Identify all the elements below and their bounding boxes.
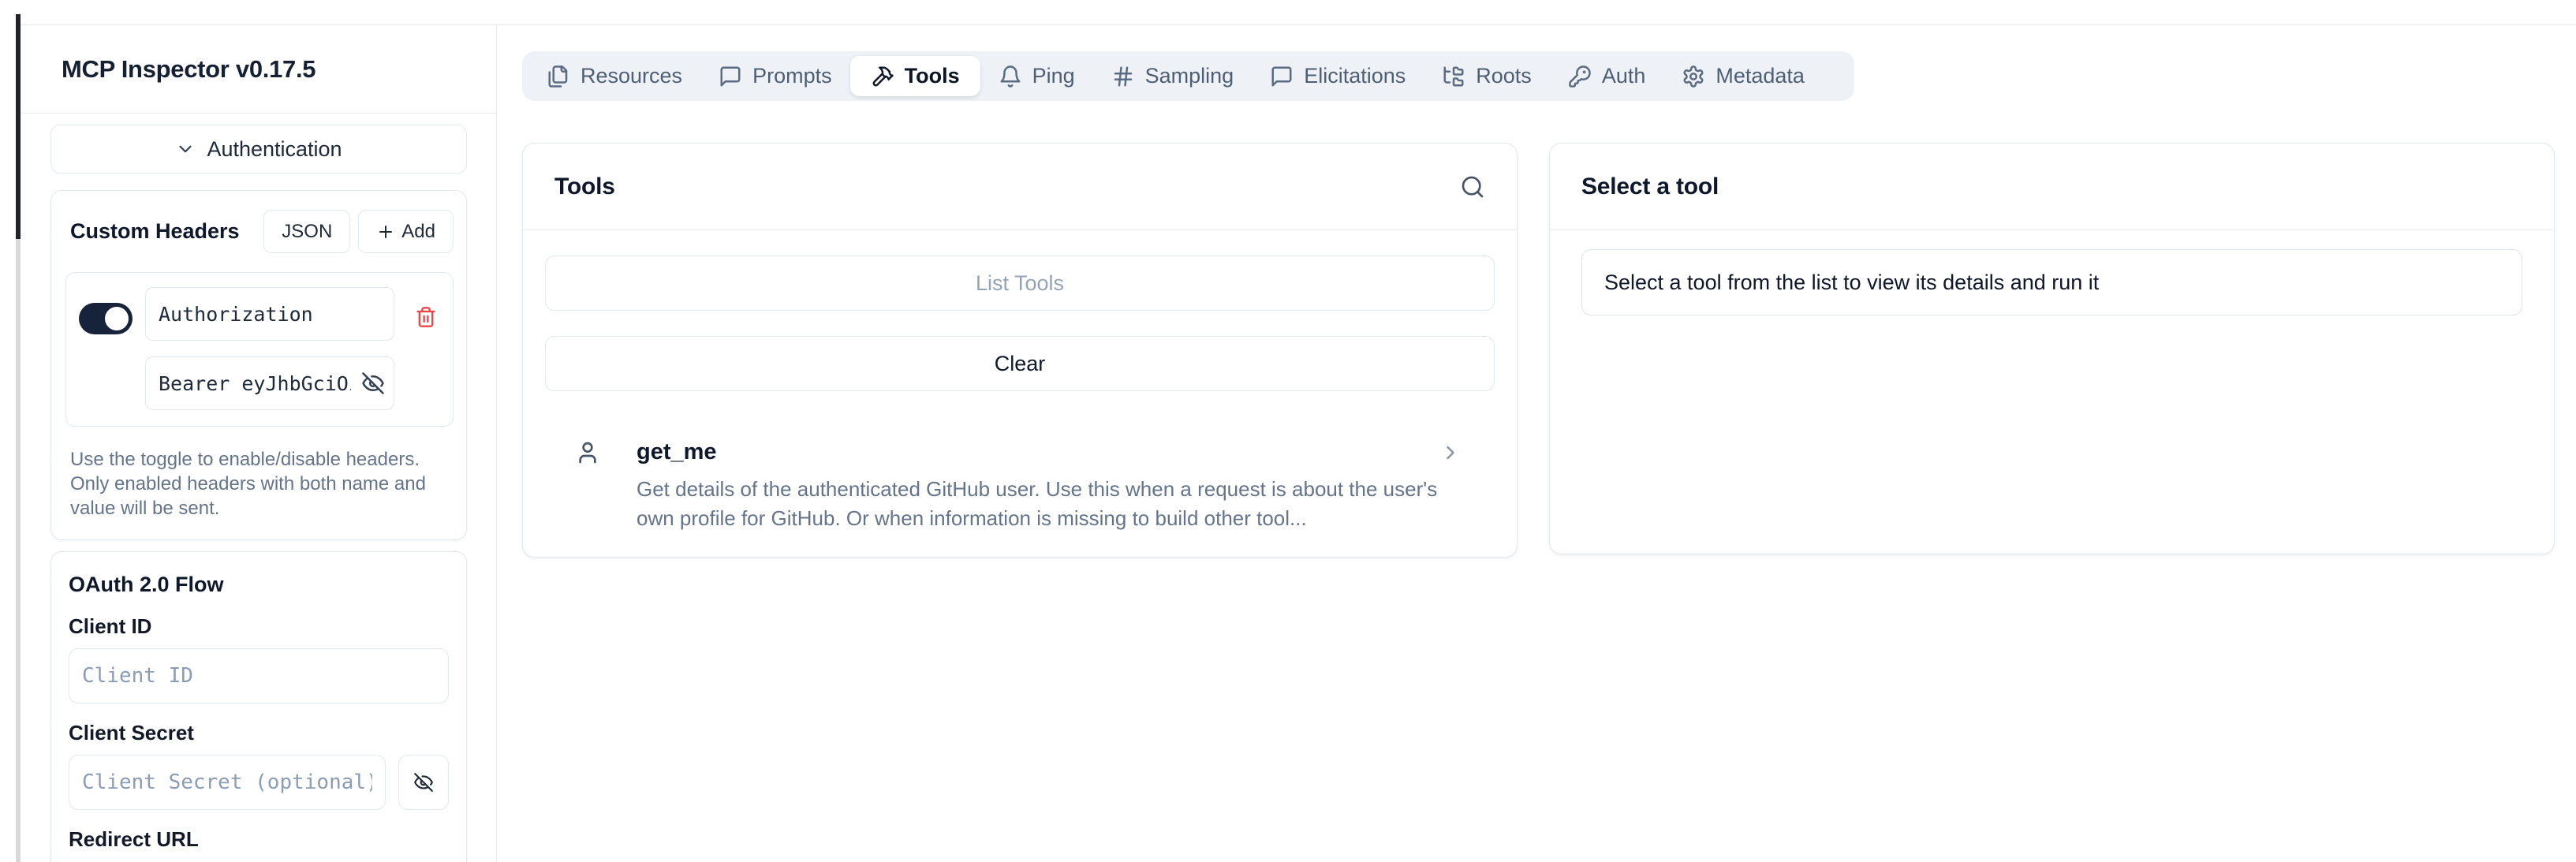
app-root: MCP Inspector v0.17.5 Authentication Cus… — [21, 24, 2576, 862]
client-id-input[interactable] — [69, 648, 449, 703]
tools-panel-header: Tools — [523, 144, 1517, 230]
detail-panel-body: Select a tool from the list to view its … — [1550, 230, 2554, 315]
tab-metadata[interactable]: Metadata — [1663, 51, 1823, 101]
eye-off-icon[interactable] — [361, 371, 385, 395]
tools-panel-body: List Tools Clear get_me Get details of t… — [523, 230, 1517, 533]
message-square-icon — [719, 65, 742, 88]
tools-panel: Tools List Tools Clear get_me Get — [522, 143, 1518, 558]
header-value-input[interactable] — [145, 356, 394, 410]
key-icon — [1568, 65, 1592, 88]
tab-auth[interactable]: Auth — [1550, 51, 1664, 101]
sidebar-header: MCP Inspector v0.17.5 — [21, 25, 496, 114]
custom-headers-card: Custom Headers JSON Add — [50, 190, 467, 540]
chevron-down-icon — [175, 139, 196, 159]
tab-tools[interactable]: Tools — [850, 56, 980, 96]
sidebar-body: Authentication Custom Headers JSON Add — [21, 114, 496, 862]
custom-headers-head: Custom Headers JSON Add — [65, 210, 454, 253]
settings-gear-icon — [1682, 65, 1705, 88]
search-icon[interactable] — [1460, 174, 1485, 200]
tab-label: Elicitations — [1304, 64, 1406, 88]
toggle-knob — [105, 307, 129, 330]
custom-headers-actions: JSON Add — [263, 210, 454, 253]
header-name-input[interactable] — [145, 287, 394, 341]
detail-panel-title: Select a tool — [1581, 174, 1719, 200]
hammer-icon — [871, 65, 894, 88]
redirect-url-label: Redirect URL — [69, 827, 449, 852]
bell-icon — [999, 65, 1022, 88]
plus-icon — [376, 222, 395, 241]
main-area: Resources Prompts Tools Ping Sampling El… — [497, 25, 2576, 862]
oauth-flow-card: OAuth 2.0 Flow Client ID Client Secret R… — [50, 551, 467, 862]
tool-text: get_me Get details of the authenticated … — [637, 438, 1447, 533]
chevron-right-icon — [1439, 442, 1462, 464]
header-row — [65, 272, 454, 427]
list-tools-button[interactable]: List Tools — [545, 256, 1495, 311]
header-enabled-toggle[interactable] — [79, 303, 133, 334]
detail-panel-header: Select a tool — [1550, 144, 2554, 230]
files-icon — [547, 65, 570, 88]
toggle-secret-visibility-button[interactable] — [398, 755, 449, 810]
tab-roots[interactable]: Roots — [1424, 51, 1550, 101]
tab-label: Prompts — [752, 64, 832, 88]
headers-helper-text: Use the toggle to enable/disable headers… — [70, 447, 450, 521]
tab-label: Sampling — [1145, 64, 1234, 88]
tab-bar: Resources Prompts Tools Ping Sampling El… — [522, 51, 1854, 101]
tab-label: Tools — [905, 64, 960, 88]
trash-icon[interactable] — [415, 306, 437, 328]
oauth-title: OAuth 2.0 Flow — [69, 573, 449, 597]
hash-icon — [1111, 65, 1135, 88]
content-row: Tools List Tools Clear get_me Get — [522, 143, 2576, 558]
tab-ping[interactable]: Ping — [980, 51, 1093, 101]
tab-label: Metadata — [1715, 64, 1805, 88]
client-secret-label: Client Secret — [69, 721, 449, 745]
tab-prompts[interactable]: Prompts — [700, 51, 850, 101]
eye-off-icon — [413, 770, 434, 795]
custom-headers-title: Custom Headers — [70, 219, 240, 244]
add-button-label: Add — [401, 221, 435, 243]
header-value-wrap — [145, 356, 394, 410]
json-view-button[interactable]: JSON — [263, 210, 350, 253]
client-id-label: Client ID — [69, 614, 449, 639]
tool-name: get_me — [637, 438, 1447, 465]
tool-list-item[interactable]: get_me Get details of the authenticated … — [545, 416, 1495, 533]
app-title: MCP Inspector v0.17.5 — [62, 55, 315, 84]
tab-label: Resources — [581, 64, 682, 88]
tool-detail-panel: Select a tool Select a tool from the lis… — [1549, 143, 2555, 554]
header-inputs — [145, 287, 394, 410]
tab-elicitations[interactable]: Elicitations — [1252, 51, 1424, 101]
tab-resources[interactable]: Resources — [528, 51, 700, 101]
empty-state-text: Select a tool from the list to view its … — [1604, 271, 2099, 295]
add-header-button[interactable]: Add — [358, 210, 454, 253]
tools-panel-title: Tools — [554, 174, 615, 200]
tool-description: Get details of the authenticated GitHub … — [637, 475, 1447, 533]
tab-label: Ping — [1032, 64, 1075, 88]
message-square-icon — [1270, 65, 1294, 88]
clear-button[interactable]: Clear — [545, 336, 1495, 391]
client-secret-row — [69, 745, 449, 810]
json-button-label: JSON — [282, 221, 332, 243]
tab-sampling[interactable]: Sampling — [1093, 51, 1253, 101]
client-secret-input[interactable] — [69, 755, 386, 810]
authentication-section-label: Authentication — [207, 137, 342, 162]
empty-state-message: Select a tool from the list to view its … — [1581, 249, 2522, 315]
user-icon — [575, 440, 600, 465]
tab-label: Auth — [1602, 64, 1646, 88]
tab-label: Roots — [1476, 64, 1532, 88]
sidebar: MCP Inspector v0.17.5 Authentication Cus… — [21, 25, 497, 862]
folder-tree-icon — [1442, 65, 1465, 88]
authentication-section-toggle[interactable]: Authentication — [50, 125, 467, 174]
